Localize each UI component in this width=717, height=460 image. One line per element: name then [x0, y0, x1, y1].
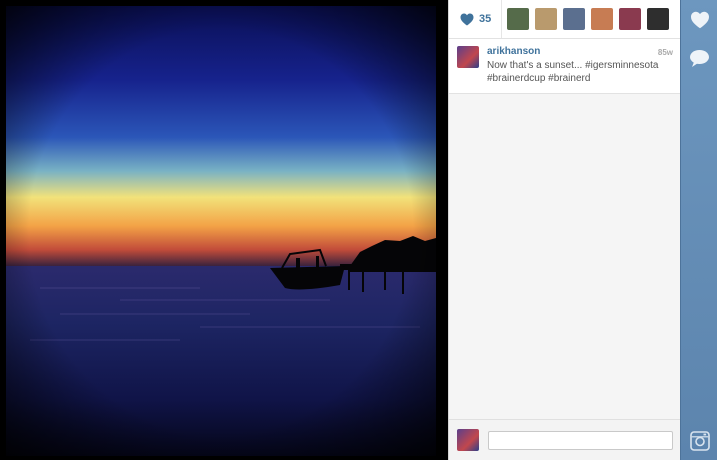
liker-avatar[interactable]: [619, 8, 642, 30]
post-photo: [0, 0, 448, 460]
heart-icon: [690, 11, 709, 28]
avatar: [457, 429, 479, 451]
username-link[interactable]: arikhanson: [487, 46, 667, 57]
instagram-camera-icon: [689, 430, 710, 451]
caption-text: Now that's a sunset... #igersminnesota #…: [487, 60, 659, 84]
liker-avatar[interactable]: [507, 8, 530, 30]
timestamp: 85w: [657, 48, 673, 57]
comment-button[interactable]: [685, 44, 714, 73]
liker-avatar[interactable]: [647, 8, 670, 30]
heart-icon: [460, 13, 474, 25]
like-button[interactable]: [685, 5, 714, 34]
action-rail: [680, 0, 717, 460]
caption-comment: arikhanson Now that's a sunset... #igers…: [449, 39, 680, 94]
comment-compose: [449, 419, 680, 460]
liker-avatar[interactable]: [563, 8, 586, 30]
likes-bar: 35: [449, 0, 680, 39]
comment-input[interactable]: [488, 430, 673, 450]
avatar[interactable]: [457, 46, 479, 68]
liker-avatar[interactable]: [535, 8, 558, 30]
post-side-panel: 35 arikhanson Now that's a sunset... #ig…: [448, 0, 680, 460]
speech-bubble-icon: [690, 50, 709, 67]
instagram-logo-button[interactable]: [685, 426, 714, 455]
like-count: 35: [479, 13, 492, 25]
like-count-button[interactable]: 35: [449, 0, 503, 38]
comment-body: arikhanson Now that's a sunset... #igers…: [487, 46, 667, 85]
liker-avatar[interactable]: [591, 8, 614, 30]
